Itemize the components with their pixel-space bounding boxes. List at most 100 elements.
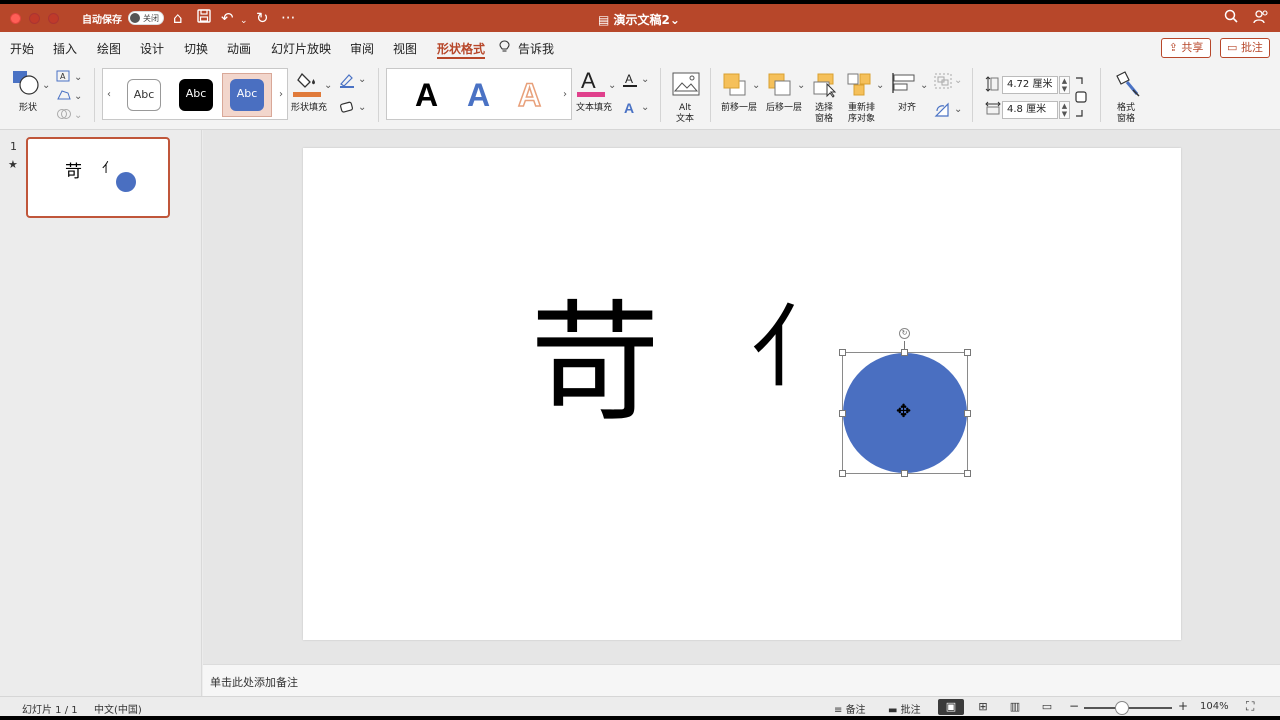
search-icon[interactable] bbox=[1224, 9, 1238, 27]
minimize-window-button[interactable] bbox=[29, 13, 40, 24]
resize-handle-top-right[interactable] bbox=[964, 349, 971, 356]
resize-handle-bottom[interactable] bbox=[901, 470, 908, 477]
tab-insert[interactable]: 插入 bbox=[53, 40, 77, 57]
slideshow-view-button[interactable]: ▭ bbox=[1034, 699, 1060, 715]
tab-home[interactable]: 开始 bbox=[10, 40, 34, 57]
circle-selection-frame[interactable]: ↻ ✥ bbox=[839, 328, 971, 477]
shape-style-outline[interactable]: Abc bbox=[127, 79, 161, 111]
zoom-in-button[interactable]: + bbox=[1178, 699, 1188, 713]
slide-char-big[interactable]: 苛 bbox=[530, 298, 660, 428]
alt-text-button[interactable] bbox=[672, 72, 700, 99]
align-icon[interactable] bbox=[891, 72, 917, 97]
resize-handle-top-left[interactable] bbox=[839, 349, 846, 356]
text-outline-chevron-icon[interactable]: ⌄ bbox=[641, 74, 649, 85]
text-outline-icon[interactable]: A bbox=[622, 72, 638, 91]
notes-toggle[interactable]: ≡ 备注 bbox=[834, 701, 866, 716]
tab-view[interactable]: 视图 bbox=[393, 40, 417, 57]
edit-shape-icon[interactable] bbox=[56, 89, 72, 104]
slide-char-small[interactable]: 亻 bbox=[751, 298, 841, 398]
resize-handle-left[interactable] bbox=[839, 410, 846, 417]
language[interactable]: 中文(中国) bbox=[94, 701, 142, 716]
lock-aspect-ratio-icon[interactable] bbox=[1074, 76, 1088, 123]
resize-handle-bottom-right[interactable] bbox=[964, 470, 971, 477]
tab-review[interactable]: 审阅 bbox=[350, 40, 374, 57]
normal-view-button[interactable]: ▣ bbox=[938, 699, 964, 715]
shape-effects-chevron-icon[interactable]: ⌄ bbox=[358, 102, 366, 113]
account-icon[interactable] bbox=[1253, 9, 1269, 29]
document-title[interactable]: ▤ 演示文稿2⌄ bbox=[598, 11, 680, 28]
zoom-level[interactable]: 104% bbox=[1200, 701, 1229, 712]
wordart-style-blue[interactable]: A bbox=[467, 77, 490, 114]
slide-thumbnail-1[interactable]: 苛 亻 bbox=[26, 137, 170, 218]
shape-effects-icon[interactable] bbox=[338, 100, 356, 117]
send-backward-icon[interactable] bbox=[767, 72, 793, 101]
rotate-icon[interactable] bbox=[934, 102, 952, 121]
bring-forward-chevron-icon[interactable]: ⌄ bbox=[752, 80, 760, 91]
autosave-toggle[interactable]: 关闭 bbox=[128, 11, 164, 25]
share-button[interactable]: ⇪ 共享 bbox=[1161, 38, 1211, 58]
resize-handle-bottom-left[interactable] bbox=[839, 470, 846, 477]
slide-sorter-view-button[interactable]: ⊞ bbox=[970, 699, 996, 715]
wordart-style-orange-outline[interactable]: A bbox=[517, 76, 542, 114]
gallery-next-icon[interactable]: › bbox=[279, 89, 283, 100]
save-icon[interactable] bbox=[197, 9, 211, 27]
shape-style-black[interactable]: Abc bbox=[179, 79, 213, 111]
gallery-prev-icon[interactable]: ‹ bbox=[107, 89, 111, 100]
maximize-window-button[interactable] bbox=[48, 13, 59, 24]
wordart-style-black[interactable]: A bbox=[415, 77, 438, 114]
tab-transitions[interactable]: 切换 bbox=[184, 40, 208, 57]
undo-dropdown-chevron-icon[interactable]: ⌄ bbox=[240, 12, 248, 30]
shape-style-blue[interactable]: Abc bbox=[230, 79, 264, 111]
text-box-icon[interactable]: A bbox=[56, 70, 72, 85]
reorder-objects-icon[interactable] bbox=[846, 72, 874, 101]
comments-button[interactable]: ▭ 批注 bbox=[1220, 38, 1270, 58]
selection-pane-label-1: 选择 bbox=[815, 103, 834, 113]
format-pane-icon[interactable] bbox=[1113, 70, 1141, 101]
align-chevron-icon[interactable]: ⌄ bbox=[920, 80, 928, 91]
tab-slideshow[interactable]: 幻灯片放映 bbox=[271, 40, 331, 57]
close-window-button[interactable] bbox=[10, 13, 21, 24]
shape-fill-chevron-icon[interactable]: ⌄ bbox=[324, 80, 332, 91]
shape-height-stepper[interactable]: ▲ ▼ bbox=[1059, 76, 1070, 94]
shape-height-input[interactable]: 4.72 厘米 bbox=[1002, 76, 1058, 94]
text-effects-icon[interactable]: A bbox=[622, 100, 638, 119]
resize-handle-right[interactable] bbox=[964, 410, 971, 417]
tab-shape-format[interactable]: 形状格式 bbox=[437, 40, 485, 57]
text-effects-chevron-icon[interactable]: ⌄ bbox=[641, 102, 649, 113]
text-fill-a-icon[interactable]: A bbox=[581, 68, 596, 94]
zoom-out-button[interactable]: − bbox=[1069, 699, 1079, 713]
shape-outline-icon[interactable] bbox=[338, 72, 356, 91]
wordart-more-icon[interactable]: › bbox=[563, 89, 567, 100]
reading-view-button[interactable]: ▥ bbox=[1002, 699, 1028, 715]
tab-draw[interactable]: 绘图 bbox=[97, 40, 121, 57]
redo-icon[interactable]: ↻ bbox=[256, 9, 269, 27]
home-icon[interactable]: ⌂ bbox=[173, 9, 183, 27]
tab-animations[interactable]: 动画 bbox=[227, 40, 251, 57]
tab-tell-me[interactable]: 告诉我 bbox=[518, 40, 554, 57]
insert-shapes-button[interactable] bbox=[12, 70, 42, 99]
slide-canvas[interactable]: 苛 亻 ↻ ✥ bbox=[303, 148, 1181, 640]
tab-design[interactable]: 设计 bbox=[140, 40, 164, 57]
edit-shape-chevron-icon[interactable]: ⌄ bbox=[74, 91, 82, 102]
fit-to-window-icon[interactable]: ⛶ bbox=[1246, 699, 1254, 714]
zoom-slider-knob[interactable] bbox=[1114, 701, 1129, 715]
ribbon-separator bbox=[378, 68, 379, 122]
resize-handle-top[interactable] bbox=[901, 349, 908, 356]
selection-pane-icon[interactable] bbox=[812, 72, 838, 101]
shape-width-stepper[interactable]: ▲ ▼ bbox=[1059, 101, 1070, 119]
shapes-chevron-icon[interactable]: ⌄ bbox=[42, 80, 50, 91]
comments-toggle[interactable]: ▬ 批注 bbox=[888, 701, 921, 716]
shape-width-input[interactable]: 4.8 厘米 bbox=[1002, 101, 1058, 119]
rotation-handle[interactable]: ↻ bbox=[899, 328, 910, 339]
undo-icon[interactable]: ↶ bbox=[221, 9, 234, 27]
more-commands-icon[interactable]: ··· bbox=[281, 9, 295, 27]
reorder-chevron-icon[interactable]: ⌄ bbox=[876, 80, 884, 91]
tell-me-icon[interactable] bbox=[499, 40, 510, 56]
text-box-chevron-icon[interactable]: ⌄ bbox=[74, 72, 82, 83]
shape-outline-chevron-icon[interactable]: ⌄ bbox=[358, 74, 366, 85]
bring-forward-icon[interactable] bbox=[722, 72, 748, 101]
text-fill-chevron-icon[interactable]: ⌄ bbox=[608, 80, 616, 91]
notes-pane[interactable]: 单击此处添加备注 bbox=[203, 664, 1280, 696]
send-backward-chevron-icon[interactable]: ⌄ bbox=[797, 80, 805, 91]
rotate-chevron-icon[interactable]: ⌄ bbox=[954, 104, 962, 115]
